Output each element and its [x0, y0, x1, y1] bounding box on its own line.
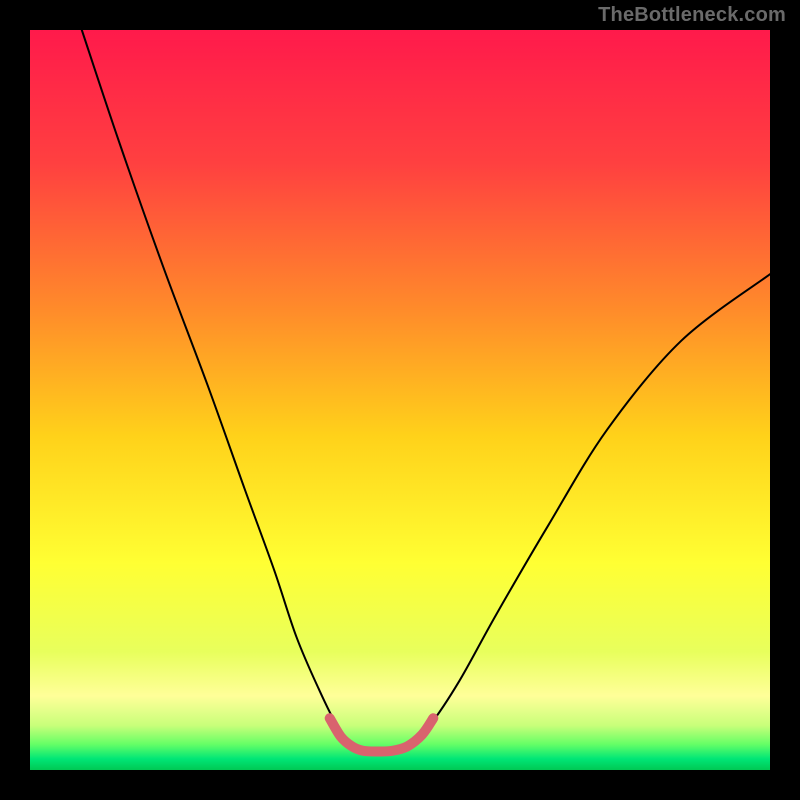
bottleneck-chart	[0, 0, 800, 800]
gradient-background	[30, 30, 770, 770]
chart-frame: TheBottleneck.com	[0, 0, 800, 800]
watermark-label: TheBottleneck.com	[598, 4, 786, 27]
